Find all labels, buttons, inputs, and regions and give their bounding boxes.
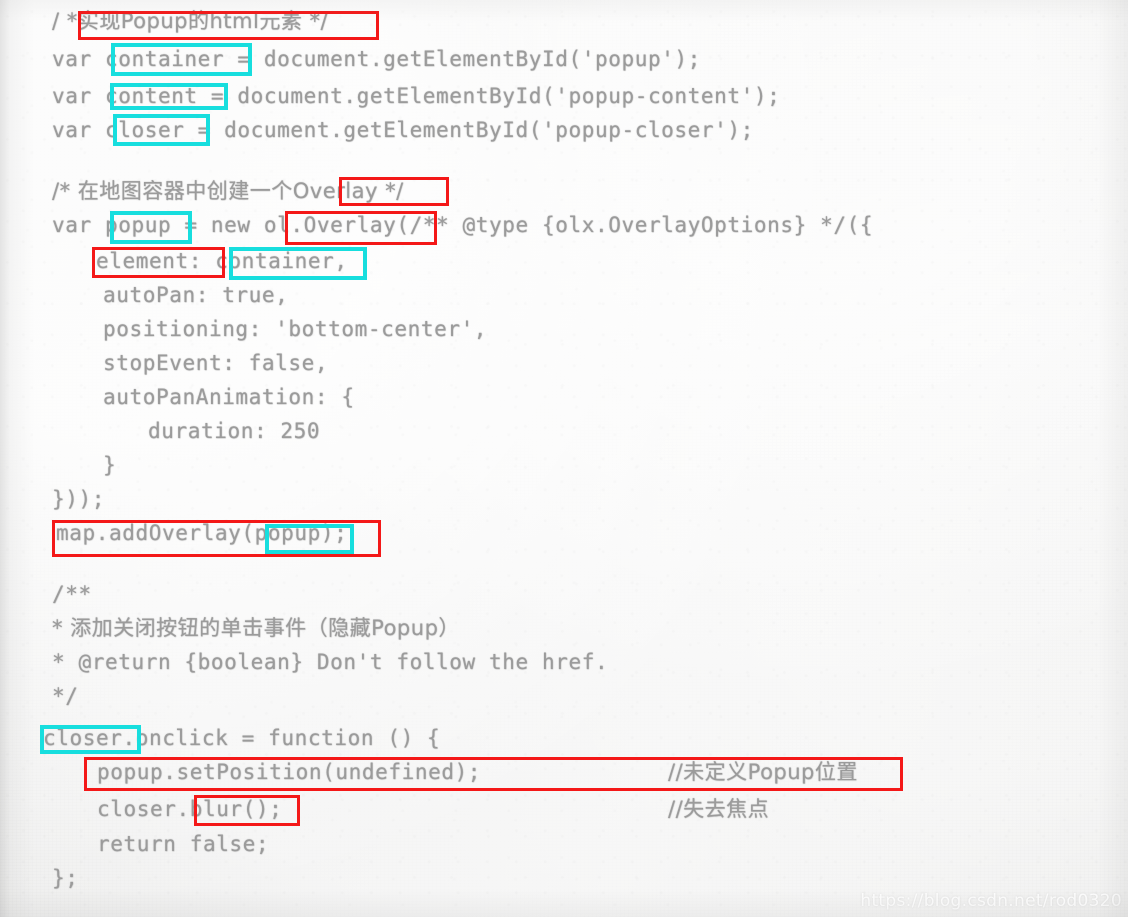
- annotation-element-key[interactable]: [92, 247, 225, 278]
- code-line: return false;: [97, 832, 270, 856]
- code-line: autoPanAnimation: {: [103, 385, 355, 409]
- source-watermark: https://blog.csdn.net/rod0320: [860, 891, 1122, 911]
- code-line: * 添加关闭按钮的单击事件（隐藏Popup）: [52, 616, 460, 640]
- annotation-closer-blur-call[interactable]: [194, 795, 300, 826]
- annotation-popup-argument[interactable]: [265, 524, 354, 554]
- annotation-set-position-line[interactable]: [84, 757, 903, 791]
- inline-comment: //失去焦点: [668, 797, 770, 821]
- code-line: duration: 250: [148, 419, 321, 443]
- code-line: positioning: 'bottom-center',: [103, 317, 488, 341]
- annotation-container-value[interactable]: [229, 247, 367, 280]
- code-line: stopEvent: false,: [103, 351, 329, 375]
- annotation-closer-onclick-ref[interactable]: [40, 725, 141, 754]
- scanned-page: / *实现Popup的html元素 */ var container = doc…: [0, 0, 1128, 917]
- code-line: }: [103, 453, 117, 477]
- annotation-ol-overlay-call[interactable]: [285, 211, 437, 245]
- code-line: };: [52, 866, 79, 890]
- annotation-var-closer[interactable]: [113, 114, 210, 146]
- annotation-var-container[interactable]: [111, 43, 252, 76]
- code-line: */: [52, 684, 79, 708]
- annotation-comment-implement-popup-html-element[interactable]: [78, 11, 379, 40]
- annotation-var-content[interactable]: [110, 83, 228, 110]
- code-line: autoPan: true,: [103, 283, 289, 307]
- code-line: * @return {boolean} Don't follow the hre…: [52, 650, 609, 674]
- annotation-overlay-word[interactable]: [339, 177, 449, 206]
- code-line: }));: [52, 487, 105, 511]
- annotation-popup-variable[interactable]: [110, 211, 192, 244]
- code-line: /**: [52, 582, 92, 606]
